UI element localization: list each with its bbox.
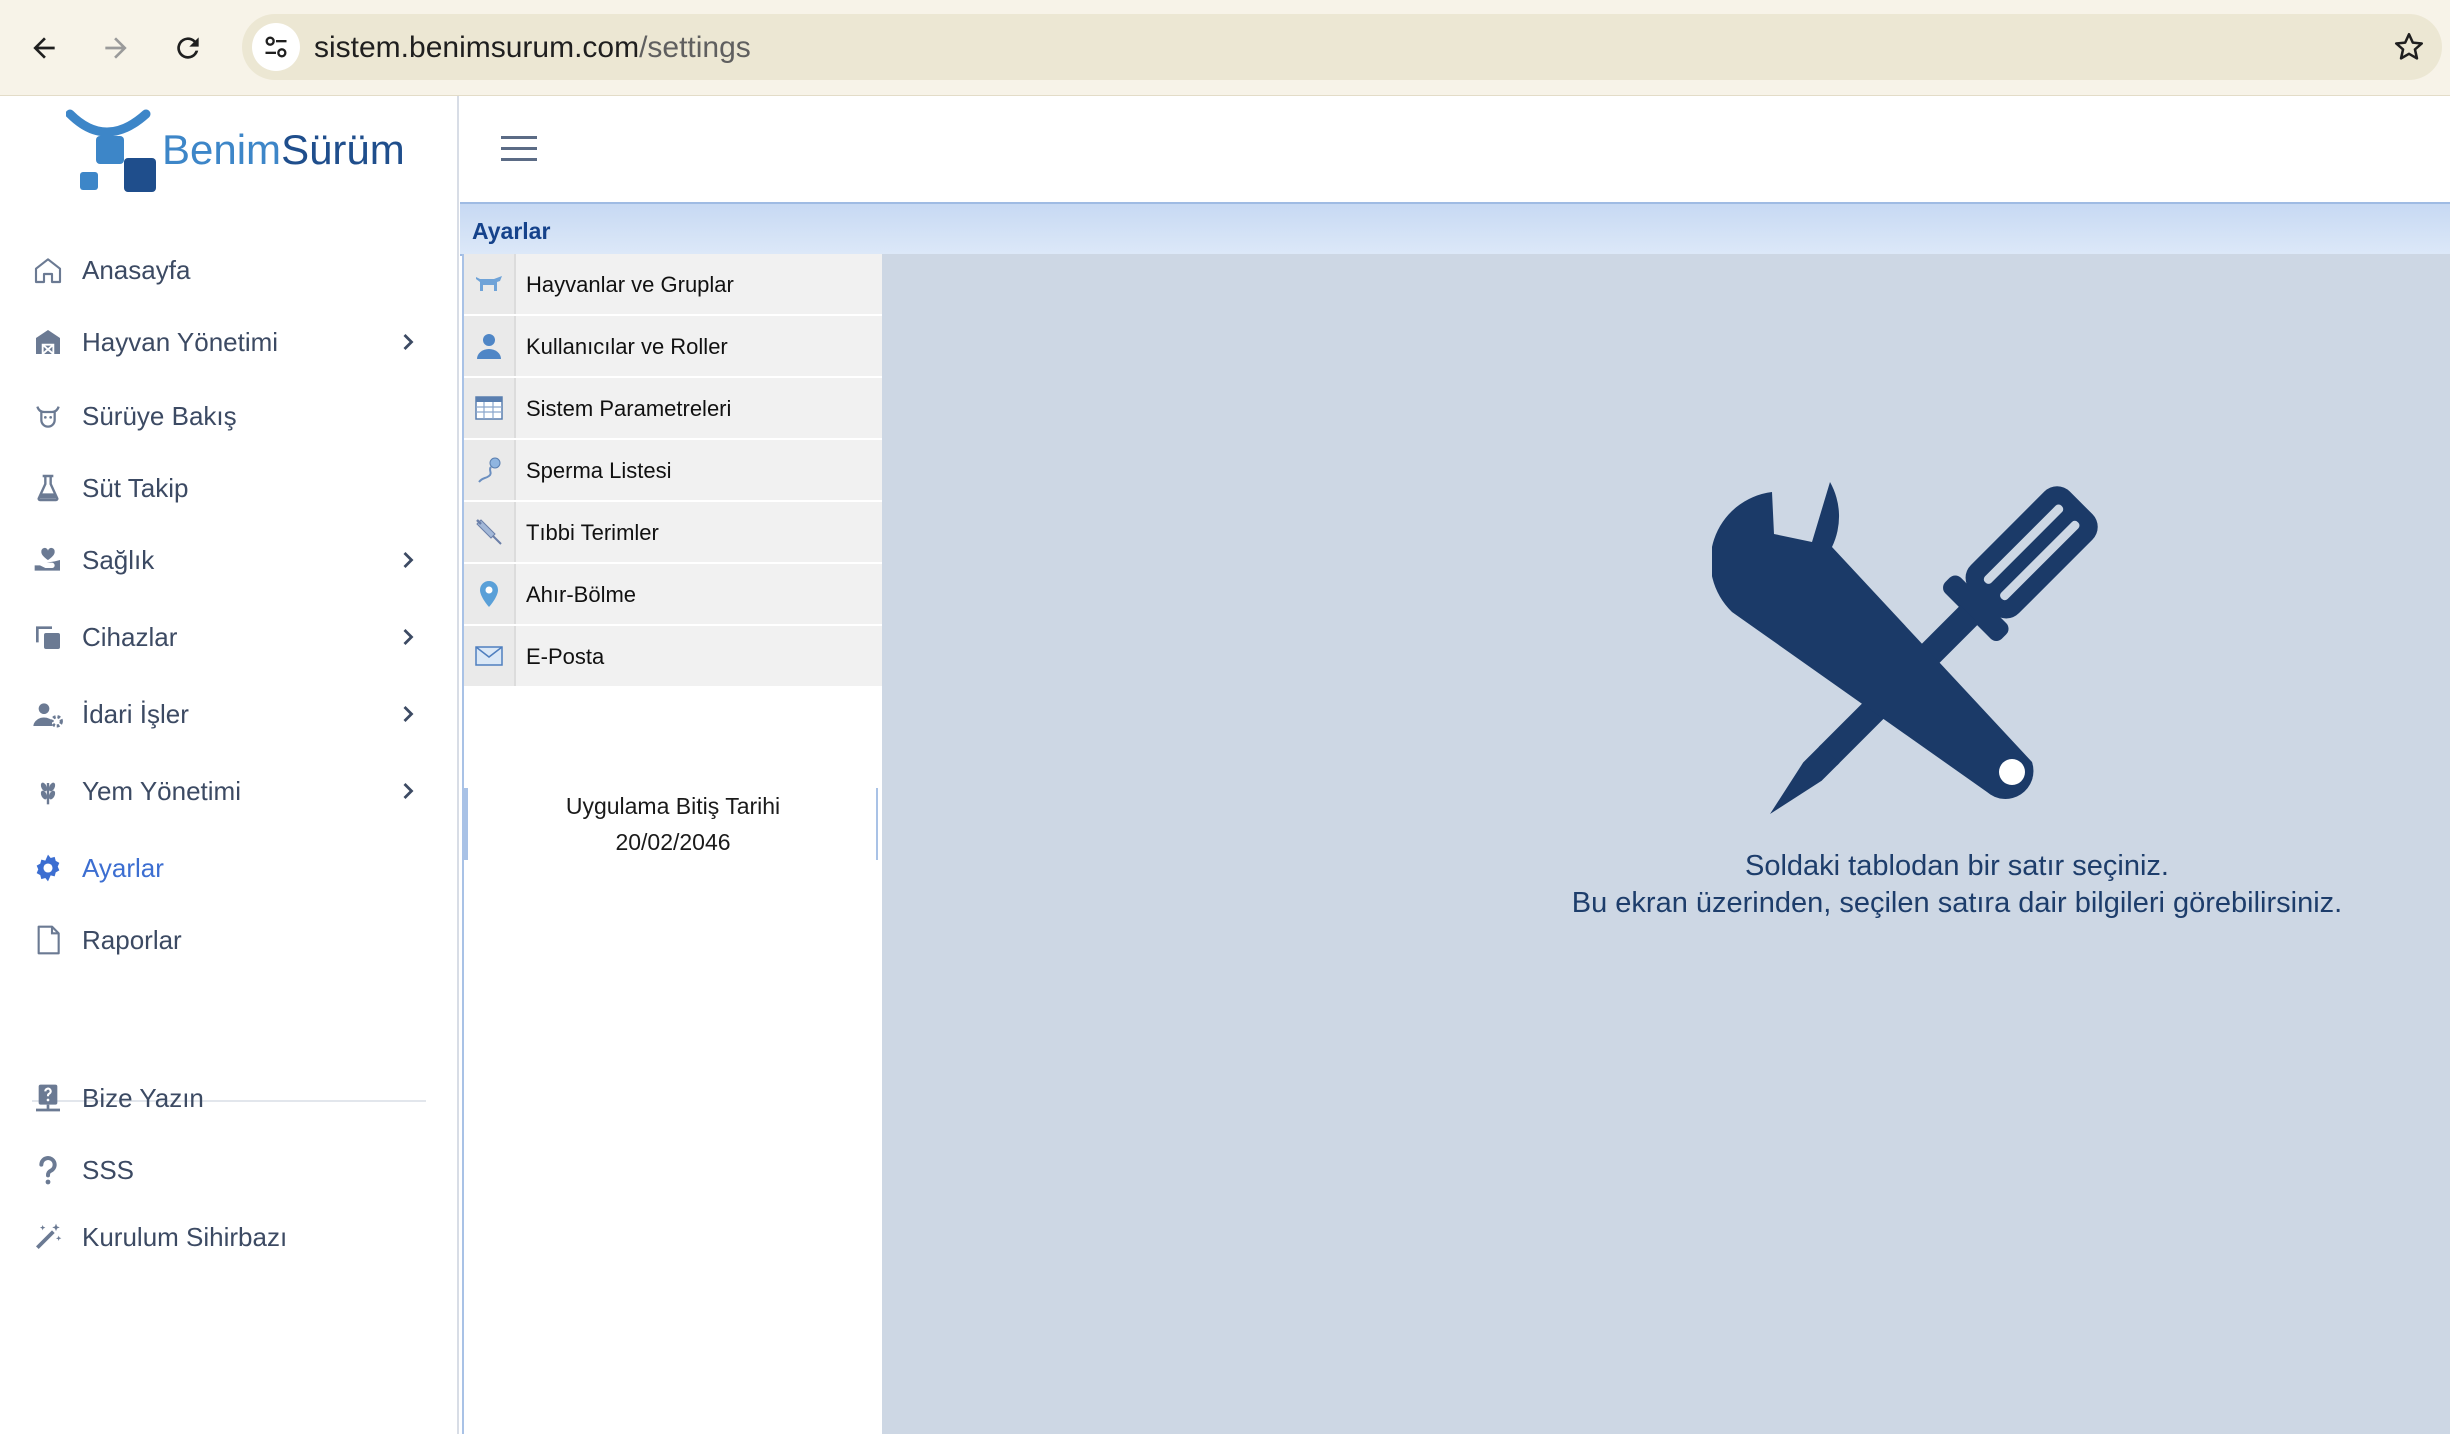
sidebar-item-sut-takip[interactable]: Süt Takip bbox=[30, 460, 430, 516]
chevron-right-icon bbox=[403, 334, 414, 350]
reload-icon bbox=[177, 37, 199, 59]
panel-header: Ayarlar bbox=[460, 202, 2450, 256]
address-bar[interactable]: sistem.benimsurum.com/settings bbox=[242, 14, 2442, 80]
expiry-info: Uygulama Bitiş Tarihi 20/02/2046 bbox=[464, 788, 882, 860]
back-button[interactable] bbox=[20, 24, 68, 72]
question-icon bbox=[30, 1152, 66, 1188]
expiry-label: Uygulama Bitiş Tarihi bbox=[565, 793, 781, 819]
sidebar-item-saglik[interactable]: Sağlık bbox=[30, 532, 430, 588]
location-pin-icon bbox=[464, 564, 516, 624]
url-text[interactable]: sistem.benimsurum.com/settings bbox=[314, 31, 751, 65]
settings-row-label: Tıbbi Terimler bbox=[526, 520, 659, 545]
reload-button[interactable] bbox=[164, 24, 212, 72]
panel-title: Ayarlar bbox=[472, 218, 551, 244]
settings-row-tibbi-terimler[interactable]: Tıbbi Terimler bbox=[464, 502, 882, 564]
chevron-right-icon bbox=[403, 629, 414, 645]
sidebar-item-sss[interactable]: SSS bbox=[30, 1142, 430, 1198]
detail-hint-line2: Bu ekran üzerinden, seçilen satıra dair … bbox=[1571, 887, 2343, 919]
heart-hand-icon bbox=[30, 542, 66, 578]
sidebar: BenimSürüm Anasayfa Hayvan Yönetimi Sürü… bbox=[0, 96, 459, 1434]
sidebar-item-suruye-bakis[interactable]: Sürüye Bakış bbox=[30, 388, 430, 444]
cow-small-icon bbox=[464, 254, 516, 314]
sidebar-item-label: Süt Takip bbox=[82, 472, 189, 503]
browser-toolbar: sistem.benimsurum.com/settings bbox=[0, 0, 2450, 96]
chevron-right-icon bbox=[403, 783, 414, 799]
sidebar-item-label: Hayvan Yönetimi bbox=[82, 326, 279, 357]
tune-icon bbox=[265, 36, 287, 58]
envelope-icon bbox=[464, 626, 516, 686]
top-bar bbox=[459, 96, 2450, 202]
chevron-right-icon bbox=[403, 552, 414, 568]
flask-icon bbox=[30, 470, 66, 506]
sidebar-item-kurulum-sihirbazi[interactable]: Kurulum Sihirbazı bbox=[30, 1209, 430, 1265]
sidebar-item-label: Cihazlar bbox=[82, 621, 178, 652]
sidebar-item-label: Anasayfa bbox=[82, 254, 191, 285]
sidebar-item-anasayfa[interactable]: Anasayfa bbox=[30, 242, 430, 298]
sidebar-item-label: Kurulum Sihirbazı bbox=[82, 1221, 288, 1252]
settings-row-sperma-listesi[interactable]: Sperma Listesi bbox=[464, 440, 882, 502]
settings-row-label: Kullanıcılar ve Roller bbox=[526, 334, 728, 359]
settings-row-ahir-bolme[interactable]: Ahır-Bölme bbox=[464, 564, 882, 626]
detail-panel: Soldaki tablodan bir satır seçiniz. Bu e… bbox=[882, 254, 2450, 1434]
arrow-left-icon bbox=[33, 37, 55, 59]
sidebar-item-cihazlar[interactable]: Cihazlar bbox=[30, 609, 430, 665]
magic-wand-icon bbox=[30, 1219, 66, 1255]
sidebar-item-label: İdari İşler bbox=[82, 698, 189, 729]
settings-row-label: E-Posta bbox=[526, 644, 605, 669]
support-icon bbox=[30, 1080, 66, 1116]
expiry-date: 20/02/2046 bbox=[615, 829, 731, 855]
logo[interactable]: BenimSürüm bbox=[66, 108, 406, 194]
settings-row-kullanicilar-ve-roller[interactable]: Kullanıcılar ve Roller bbox=[464, 316, 882, 378]
detail-hint: Soldaki tablodan bir satır seçiniz. Bu e… bbox=[882, 848, 2450, 922]
home-icon bbox=[30, 252, 66, 288]
wheat-icon bbox=[30, 773, 66, 809]
forward-button[interactable] bbox=[92, 24, 140, 72]
gear-icon bbox=[30, 850, 66, 886]
sidebar-item-yem-yonetimi[interactable]: Yem Yönetimi bbox=[30, 763, 430, 819]
url-path: /settings bbox=[639, 31, 751, 64]
user-icon bbox=[464, 316, 516, 376]
hamburger-menu-icon[interactable] bbox=[499, 132, 539, 166]
settings-row-label: Sistem Parametreleri bbox=[526, 396, 732, 421]
logo-text-light: Benim bbox=[162, 126, 282, 173]
file-icon bbox=[30, 922, 66, 958]
detail-hint-line1: Soldaki tablodan bir satır seçiniz. bbox=[1745, 850, 2169, 882]
arrow-right-icon bbox=[105, 37, 127, 59]
url-host: sistem.benimsurum.com bbox=[314, 31, 640, 64]
settings-row-hayvanlar-ve-gruplar[interactable]: Hayvanlar ve Gruplar bbox=[464, 254, 882, 316]
user-gear-icon bbox=[30, 696, 66, 732]
settings-row-label: Ahır-Bölme bbox=[526, 582, 637, 607]
sidebar-item-label: Ayarlar bbox=[82, 852, 164, 883]
wrench-screwdriver-icon bbox=[1712, 482, 2098, 814]
sidebar-item-bize-yazin[interactable]: Bize Yazın bbox=[30, 1070, 430, 1126]
logo-mark-icon bbox=[66, 109, 156, 192]
sidebar-item-label: Raporlar bbox=[82, 924, 182, 955]
cow-icon bbox=[30, 398, 66, 434]
star-icon[interactable] bbox=[2392, 30, 2426, 64]
sperm-icon bbox=[464, 440, 516, 500]
sidebar-item-idari-isler[interactable]: İdari İşler bbox=[30, 686, 430, 742]
sidebar-item-label: Sürüye Bakış bbox=[82, 400, 237, 431]
sidebar-item-label: Sağlık bbox=[82, 544, 155, 575]
sidebar-item-label: Bize Yazın bbox=[82, 1082, 204, 1113]
logo-text: BenimSürüm bbox=[162, 126, 405, 174]
settings-row-label: Hayvanlar ve Gruplar bbox=[526, 272, 734, 297]
sidebar-item-hayvan-yonetimi[interactable]: Hayvan Yönetimi bbox=[30, 314, 430, 370]
settings-row-e-posta[interactable]: E-Posta bbox=[464, 626, 882, 688]
copy-icon bbox=[30, 619, 66, 655]
sidebar-item-label: SSS bbox=[82, 1154, 135, 1185]
settings-list: Hayvanlar ve Gruplar Kullanıcılar ve Rol… bbox=[462, 254, 884, 1434]
syringe-icon bbox=[464, 502, 516, 562]
logo-text-dark: Sürüm bbox=[281, 126, 405, 173]
sidebar-item-raporlar[interactable]: Raporlar bbox=[30, 912, 430, 968]
settings-row-label: Sperma Listesi bbox=[526, 458, 672, 483]
settings-row-sistem-parametreleri[interactable]: Sistem Parametreleri bbox=[464, 378, 882, 440]
barn-icon bbox=[30, 324, 66, 360]
chevron-right-icon bbox=[403, 706, 414, 722]
site-info-button[interactable] bbox=[252, 23, 300, 71]
sidebar-item-ayarlar[interactable]: Ayarlar bbox=[30, 840, 430, 896]
table-icon bbox=[464, 378, 516, 438]
sidebar-item-label: Yem Yönetimi bbox=[82, 775, 241, 806]
